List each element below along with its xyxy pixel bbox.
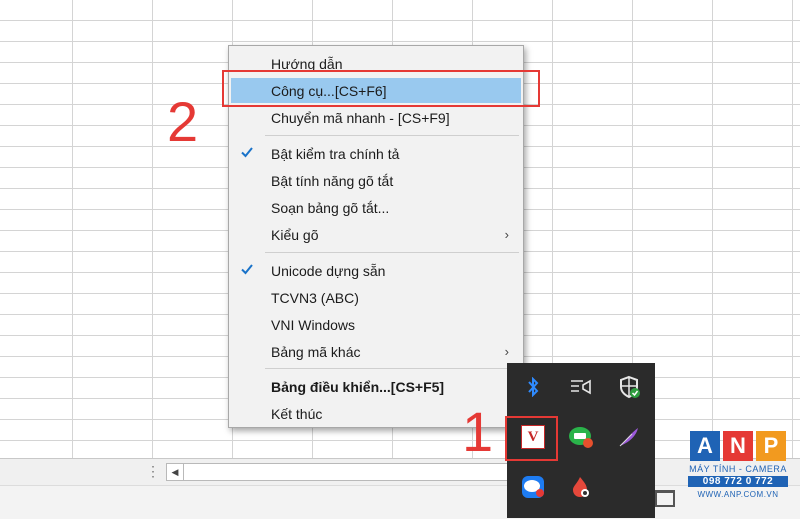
menu-item-kieu-go[interactable]: Kiểu gõ › [231,222,521,247]
menu-item-label: Kiểu gõ [271,227,319,243]
menu-item-unicode-dung-san[interactable]: Unicode dựng sẵn [231,258,521,283]
menu-item-go-tat[interactable]: Bật tính năng gõ tắt [231,168,521,193]
menu-separator [265,252,519,253]
menu-separator [265,368,519,369]
flame-app-icon[interactable] [557,463,605,511]
status-bar [0,485,800,519]
logo-letter-n: N [723,431,753,461]
menu-item-label: VNI Windows [271,317,356,333]
anp-watermark-logo: A N P MÁY TÍNH - CAMERA 098 772 0 772 WW… [688,431,788,506]
menu-item-vni-windows[interactable]: VNI Windows [231,312,521,337]
page-layout-icon[interactable] [655,490,675,507]
checkmark-icon [241,264,253,275]
speaker-icon[interactable] [557,363,605,411]
menu-item-tcvn3[interactable]: TCVN3 (ABC) [231,285,521,310]
line-chat-icon[interactable] [557,413,605,461]
logo-letter-a: A [690,431,720,461]
submenu-arrow-icon: › [504,344,509,359]
scroll-left-arrow-icon[interactable]: ◀ [167,464,184,480]
menu-item-label: Bảng mã khác [271,344,361,360]
annotation-box-step-2 [222,70,540,107]
menu-item-label: Unicode dựng sẵn [271,263,386,279]
bluetooth-icon[interactable] [509,363,557,411]
zalo-icon[interactable] [509,463,557,511]
menu-item-label: Bật tính năng gõ tắt [271,173,394,189]
annotation-number-1: 1 [462,400,494,463]
menu-item-label: Bảng điều khiển...[CS+F5] [271,379,445,395]
sheet-tab-bar: ⋮ ◀ [0,458,800,485]
logo-tagline: MÁY TÍNH - CAMERA [689,464,787,474]
logo-phone: 098 772 0 772 [688,476,788,487]
menu-separator [265,135,519,136]
horizontal-scrollbar[interactable]: ◀ [166,463,508,481]
windows-security-icon[interactable] [605,363,653,411]
menu-item-bang-dieu-khien[interactable]: Bảng điều khiển...[CS+F5] [231,374,521,399]
logo-website: WWW.ANP.COM.VN [697,490,779,499]
menu-item-label: Chuyển mã nhanh - [CS+F9] [271,110,450,126]
logo-letter-p: P [756,431,786,461]
menu-item-label: Kết thúc [271,406,323,422]
menu-item-label: TCVN3 (ABC) [271,290,359,306]
menu-item-chuyen-ma-nhanh[interactable]: Chuyển mã nhanh - [CS+F9] [231,105,521,130]
feather-icon[interactable] [605,413,653,461]
menu-item-label: Bật kiểm tra chính tả [271,146,400,162]
menu-item-label: Soạn bảng gõ tắt... [271,200,390,216]
annotation-box-step-1 [505,416,558,461]
annotation-number-2: 2 [167,90,199,153]
submenu-arrow-icon: › [504,227,509,242]
tab-split-handle-icon[interactable]: ⋮ [146,463,160,480]
menu-item-soan-bang-go-tat[interactable]: Soạn bảng gõ tắt... [231,195,521,220]
menu-item-kiem-tra-chinh-ta[interactable]: Bật kiểm tra chính tả [231,141,521,166]
checkmark-icon [241,147,253,158]
menu-item-bang-ma-khac[interactable]: Bảng mã khác › [231,339,521,364]
